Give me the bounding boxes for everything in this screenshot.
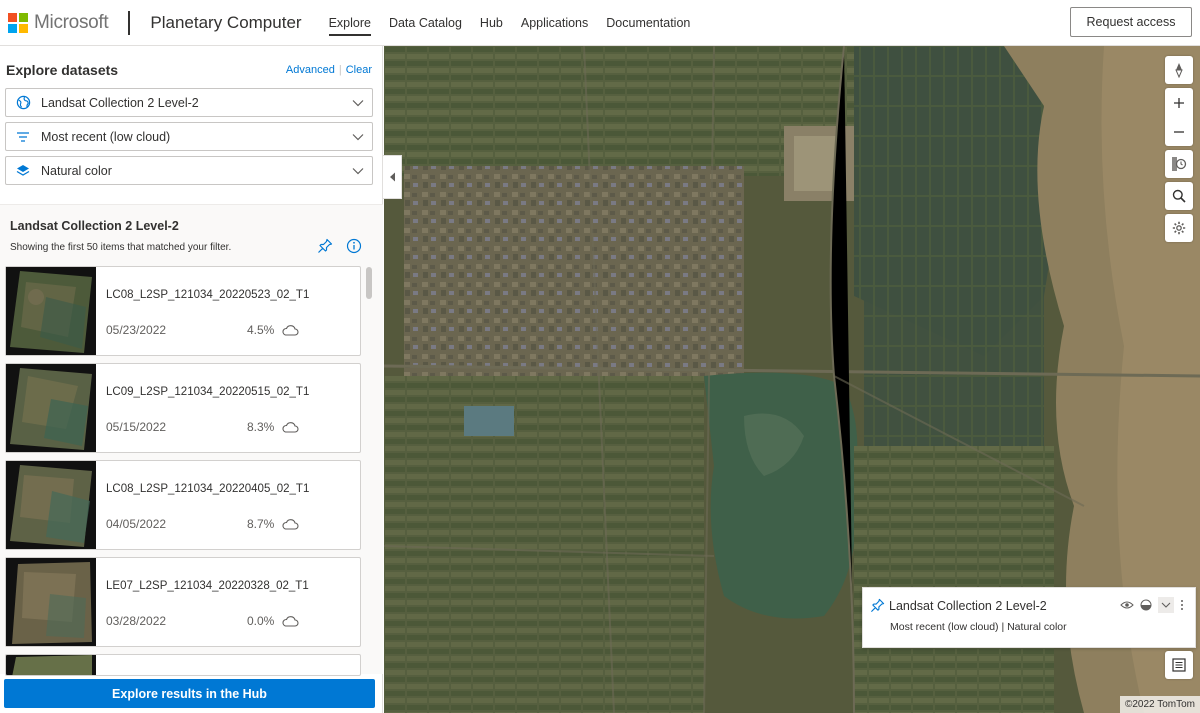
microsoft-logo-text: Microsoft [34, 11, 109, 33]
opacity-icon[interactable] [1140, 599, 1152, 611]
compass-button[interactable] [1165, 56, 1193, 84]
header-divider [128, 10, 131, 35]
filter-dropdown-label: Most recent (low cloud) [41, 129, 171, 144]
chevron-down-icon [352, 133, 364, 140]
item-date: 05/23/2022 [106, 323, 167, 337]
item-id: LE07_L2SP_121034_20220328_02_T1 [106, 580, 309, 592]
item-thumbnail [6, 267, 96, 355]
minus-icon [1174, 130, 1184, 133]
item-date: 03/28/2022 [106, 614, 167, 628]
microsoft-logo[interactable]: Microsoft [8, 11, 109, 34]
item-cloud-cover: 8.3% [247, 420, 275, 434]
cloud-icon [281, 614, 299, 632]
zoom-in-button[interactable] [1165, 88, 1193, 117]
chevron-left-icon [389, 172, 395, 182]
expand-legend-button[interactable] [1158, 597, 1174, 613]
list-icon [1172, 658, 1186, 672]
filter-icon [15, 129, 31, 145]
result-card[interactable]: LE07_L2SP_121034_20220328_02_T1 03/28/20… [5, 557, 361, 647]
link-separator: | [338, 64, 342, 76]
layer-legend: Landsat Collection 2 Level-2 Most recent… [862, 587, 1196, 648]
pin-icon[interactable] [317, 238, 333, 259]
dataset-dropdown[interactable]: Landsat Collection 2 Level-2 [5, 88, 373, 117]
result-card[interactable]: LC09_L2SP_121034_20220515_02_T1 05/15/20… [5, 363, 361, 453]
cloud-icon [281, 517, 299, 535]
legend-toggle-button[interactable] [1165, 651, 1193, 679]
plus-icon [1174, 97, 1184, 108]
legend-title: Landsat Collection 2 Level-2 [889, 599, 1047, 613]
item-id: LC08_L2SP_121034_20220405_02_T1 [106, 483, 310, 495]
results-title: Landsat Collection 2 Level-2 [10, 219, 179, 233]
explore-panel: Explore datasets Advanced | Clear Landsat … [0, 46, 383, 713]
item-id: LC09_L2SP_121034_20220515_02_T1 [106, 386, 310, 398]
settings-button[interactable] [1165, 214, 1193, 242]
result-card[interactable]: LC08_L2SP_121034_20220405_02_T1 04/05/20… [5, 460, 361, 550]
item-date: 05/15/2022 [106, 420, 167, 434]
item-thumbnail [6, 655, 96, 675]
item-thumbnail [6, 364, 96, 452]
clear-link[interactable]: Clear [346, 64, 372, 76]
render-dropdown-label: Natural color [41, 163, 112, 178]
legend-actions [1120, 597, 1184, 613]
nav-documentation[interactable]: Documentation [597, 12, 699, 34]
result-card[interactable]: LC08_L2SP_121034_20220523_02_T1 05/23/20… [5, 266, 361, 356]
more-options-icon[interactable] [1180, 599, 1184, 611]
microsoft-logo-icon [8, 12, 28, 33]
map-attribution: ©2022 TomTom [1120, 696, 1200, 713]
eye-icon[interactable] [1120, 600, 1134, 610]
info-icon[interactable] [346, 238, 362, 259]
search-icon [1172, 189, 1186, 203]
main-nav: Explore Data Catalog Hub Applications Do… [320, 12, 700, 36]
dataset-dropdown-label: Landsat Collection 2 Level-2 [41, 95, 199, 110]
explore-hub-button[interactable]: Explore results in the Hub [4, 679, 375, 708]
results-section: Landsat Collection 2 Level-2 Showing the… [0, 204, 383, 676]
nav-applications[interactable]: Applications [512, 12, 597, 34]
advanced-link[interactable]: Advanced [286, 64, 335, 76]
result-card[interactable] [5, 654, 361, 676]
item-id: LC08_L2SP_121034_20220523_02_T1 [106, 289, 310, 301]
cloud-icon [281, 323, 299, 341]
nav-hub[interactable]: Hub [471, 12, 512, 34]
compass-icon [1175, 63, 1183, 78]
collapse-panel-button[interactable] [383, 155, 402, 199]
product-title[interactable]: Planetary Computer [150, 13, 301, 33]
gear-icon [1172, 221, 1186, 235]
nav-data-catalog[interactable]: Data Catalog [380, 12, 471, 34]
render-dropdown[interactable]: Natural color [5, 156, 373, 185]
explore-header: Explore datasets Advanced | Clear [6, 62, 372, 78]
item-cloud-cover: 4.5% [247, 323, 275, 337]
results-scrollbar[interactable] [366, 267, 372, 299]
cloud-icon [281, 420, 299, 438]
zoom-out-button[interactable] [1165, 117, 1193, 146]
history-icon [1172, 157, 1187, 171]
item-cloud-cover: 8.7% [247, 517, 275, 531]
results-subtitle: Showing the first 50 items that matched … [10, 242, 232, 253]
chevron-down-icon [352, 99, 364, 106]
request-access-button[interactable]: Request access [1070, 7, 1192, 37]
legend-subtitle: Most recent (low cloud) | Natural color [890, 621, 1067, 633]
search-button[interactable] [1165, 182, 1193, 210]
explore-title: Explore datasets [6, 62, 119, 78]
pin-icon[interactable] [870, 598, 885, 618]
filter-dropdown[interactable]: Most recent (low cloud) [5, 122, 373, 151]
chevron-down-icon [1161, 602, 1171, 608]
explore-links: Advanced | Clear [286, 64, 372, 76]
layers-icon [15, 163, 31, 179]
chevron-down-icon [352, 167, 364, 174]
history-button[interactable] [1165, 150, 1193, 178]
item-thumbnail [6, 558, 96, 646]
nav-explore[interactable]: Explore [320, 12, 380, 36]
globe-icon [15, 95, 31, 111]
item-cloud-cover: 0.0% [247, 614, 275, 628]
zoom-controls [1165, 88, 1193, 146]
item-thumbnail [6, 461, 96, 549]
item-date: 04/05/2022 [106, 517, 167, 531]
top-header: Microsoft Planetary Computer Explore Dat… [0, 0, 1200, 46]
